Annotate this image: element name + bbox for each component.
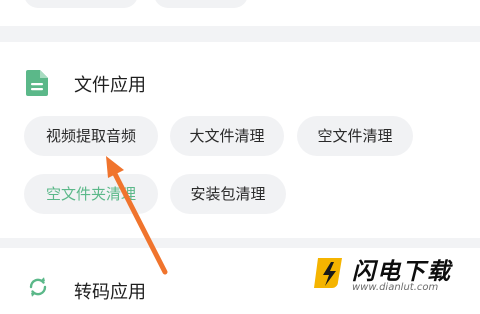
large-file-clean-chip[interactable]: 大文件清理 xyxy=(170,116,284,156)
watermark: 闪电下载 www.dianlut.com xyxy=(312,250,462,298)
watermark-name: 闪电下载 xyxy=(352,259,452,285)
previous-section-card xyxy=(0,0,480,26)
file-apps-section: 文件应用 视频提取音频 大文件清理 空文件清理 空文件夹清理 安装包清理 xyxy=(0,42,480,238)
document-icon xyxy=(26,70,48,96)
lightning-logo-icon xyxy=(314,258,342,288)
sync-icon xyxy=(29,277,47,297)
watermark-url: www.dianlut.com xyxy=(352,282,439,293)
empty-file-clean-chip[interactable]: 空文件清理 xyxy=(297,116,413,156)
convert-apps-title: 转码应用 xyxy=(74,282,146,303)
previous-chip-2[interactable] xyxy=(154,0,248,8)
extract-audio-chip[interactable]: 视频提取音频 xyxy=(24,116,158,156)
empty-folder-clean-chip[interactable]: 空文件夹清理 xyxy=(24,174,158,214)
apk-clean-chip[interactable]: 安装包清理 xyxy=(170,174,286,214)
previous-chip-1[interactable] xyxy=(24,0,138,8)
file-apps-title: 文件应用 xyxy=(74,75,146,96)
